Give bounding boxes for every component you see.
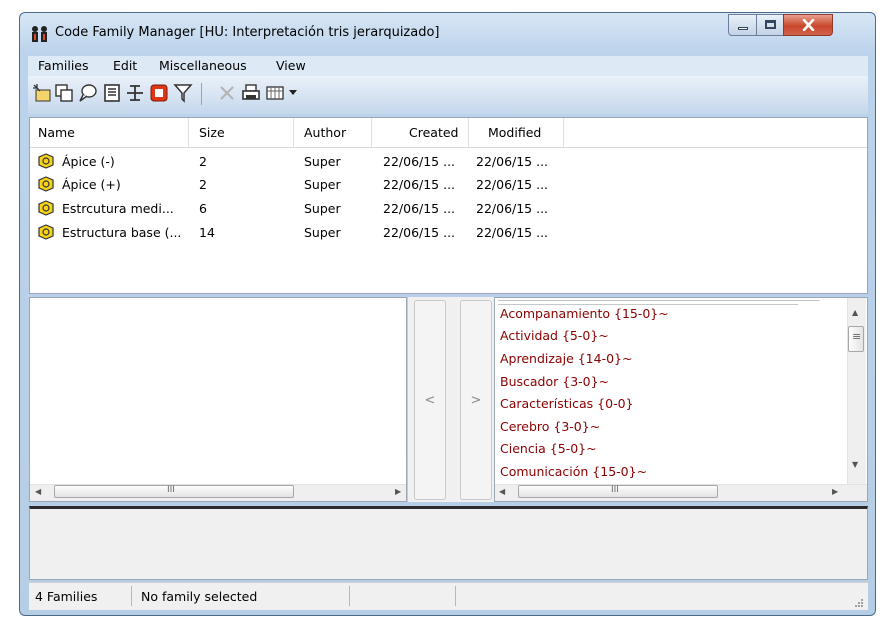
minimize-icon	[738, 27, 748, 30]
column-header-name[interactable]: Name	[38, 125, 75, 140]
tree-icon[interactable]	[124, 82, 146, 104]
menu-families[interactable]: Families	[38, 58, 89, 73]
column-header-size[interactable]: Size	[199, 125, 225, 140]
list-top-line	[498, 300, 820, 301]
scroll-thumb[interactable]: III	[518, 485, 718, 498]
column-divider[interactable]	[371, 118, 372, 148]
column-divider[interactable]	[468, 118, 469, 148]
row-created: 22/06/15 ...	[383, 177, 456, 192]
row-name: Ápice (-)	[62, 154, 115, 169]
print-icon[interactable]	[240, 82, 262, 104]
window-title: Code Family Manager [HU: Interpretación …	[55, 25, 440, 40]
row-author: Super	[304, 201, 341, 216]
delete-icon[interactable]	[216, 82, 238, 104]
code-item[interactable]: Buscador {3-0}~	[500, 374, 609, 389]
column-divider[interactable]	[293, 118, 294, 148]
status-family-count: 4 Families	[35, 589, 98, 604]
code-item[interactable]: Acompanamiento {15-0}~	[500, 306, 669, 321]
duplicate-icon[interactable]	[53, 82, 75, 104]
code-item[interactable]: Ciencia {5-0}~	[500, 441, 597, 456]
row-modified: 22/06/15 ...	[476, 177, 549, 192]
new-family-icon[interactable]	[31, 82, 53, 104]
column-divider[interactable]	[188, 118, 189, 148]
menu-edit[interactable]: Edit	[113, 58, 137, 73]
list-top-line	[498, 304, 798, 305]
scroll-grip: ≡	[852, 330, 862, 343]
code-item[interactable]: Características {0-0}	[500, 396, 634, 411]
code-family-icon	[38, 200, 54, 216]
vertical-scroll-thumb[interactable]: ≡	[848, 326, 864, 352]
scroll-up-icon[interactable]: ▲	[852, 308, 858, 317]
column-header-author[interactable]: Author	[304, 125, 346, 140]
close-icon	[802, 19, 815, 31]
row-modified: 22/06/15 ...	[476, 201, 549, 216]
scroll-grip: III	[167, 485, 175, 495]
table-row[interactable]: Ápice (-) 2 Super 22/06/15 ... 22/06/15 …	[30, 151, 867, 173]
column-header-created[interactable]: Created	[409, 125, 458, 140]
scroll-left-icon[interactable]: ◀	[499, 487, 505, 496]
view-icon[interactable]	[264, 82, 286, 104]
row-created: 22/06/15 ...	[383, 201, 456, 216]
row-name: Estructura base (...	[62, 225, 182, 240]
status-separator	[131, 586, 132, 606]
stop-icon[interactable]	[148, 82, 170, 104]
column-header-modified[interactable]: Modified	[488, 125, 541, 140]
code-item[interactable]: Comunicación {15-0}~	[500, 464, 647, 479]
maximize-icon	[765, 20, 776, 29]
menu-bar	[28, 56, 868, 76]
menu-miscellaneous[interactable]: Miscellaneous	[159, 58, 247, 73]
code-family-icon	[38, 153, 54, 169]
menu-view[interactable]: View	[276, 58, 306, 73]
remove-from-family-button[interactable]: <	[414, 300, 446, 500]
properties-icon[interactable]	[101, 82, 123, 104]
scroll-right-icon[interactable]: ▶	[395, 487, 401, 496]
resize-grip-icon[interactable]	[854, 598, 864, 608]
row-size: 6	[199, 201, 207, 216]
toolbar-separator	[201, 83, 202, 105]
app-icon	[32, 26, 47, 42]
table-row[interactable]: Estrcutura medi... 6 Super 22/06/15 ... …	[30, 198, 867, 220]
code-family-icon	[38, 224, 54, 240]
row-modified: 22/06/15 ...	[476, 154, 549, 169]
scroll-right-icon[interactable]: ▶	[832, 487, 838, 496]
code-family-icon	[38, 176, 54, 192]
row-created: 22/06/15 ...	[383, 225, 456, 240]
scroll-thumb[interactable]: III	[54, 485, 294, 498]
status-selection: No family selected	[141, 589, 258, 604]
row-created: 22/06/15 ...	[383, 154, 456, 169]
table-row[interactable]: Ápice (+) 2 Super 22/06/15 ... 22/06/15 …	[30, 174, 867, 196]
status-separator	[349, 586, 350, 606]
row-name: Estrcutura medi...	[62, 201, 174, 216]
column-divider[interactable]	[563, 118, 564, 148]
row-author: Super	[304, 154, 341, 169]
row-size: 14	[199, 225, 215, 240]
status-separator	[455, 586, 456, 606]
minimize-button[interactable]	[728, 14, 757, 36]
row-size: 2	[199, 177, 207, 192]
row-size: 2	[199, 154, 207, 169]
comment-icon[interactable]	[77, 82, 99, 104]
row-author: Super	[304, 177, 341, 192]
table-row[interactable]: Estructura base (... 14 Super 22/06/15 .…	[30, 222, 867, 244]
dropdown-icon[interactable]	[288, 89, 298, 97]
code-item[interactable]: Cerebro {3-0}~	[500, 419, 600, 434]
add-to-family-button[interactable]: >	[460, 300, 492, 500]
family-members-list[interactable]	[29, 297, 407, 502]
filter-icon[interactable]	[172, 82, 194, 104]
scroll-grip: III	[611, 485, 619, 495]
row-name: Ápice (+)	[62, 177, 121, 192]
comment-editor[interactable]	[29, 506, 868, 580]
scroll-down-icon[interactable]: ▼	[852, 460, 858, 469]
code-item[interactable]: Aprendizaje {14-0}~	[500, 351, 632, 366]
row-modified: 22/06/15 ...	[476, 225, 549, 240]
row-author: Super	[304, 225, 341, 240]
close-button[interactable]	[783, 14, 833, 36]
scroll-left-icon[interactable]: ◀	[35, 487, 41, 496]
code-item[interactable]: Actividad {5-0}~	[500, 328, 609, 343]
maximize-button[interactable]	[756, 14, 784, 36]
